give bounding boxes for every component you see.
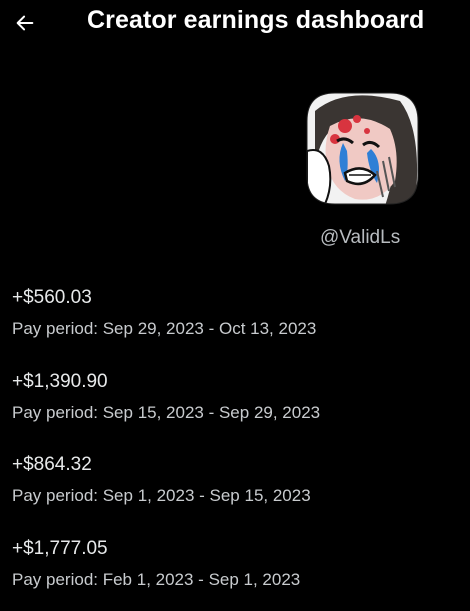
payout-amount: +$864.32 [12,454,92,475]
back-button[interactable] [10,8,40,38]
payout-item: +$1,777.05 Pay period: Feb 1, 2023 - Sep… [12,538,452,590]
avatar[interactable] [305,91,420,206]
payout-period: Pay period: Sep 29, 2023 - Oct 13, 2023 [12,319,317,338]
payout-period: Pay period: Sep 1, 2023 - Sep 15, 2023 [12,486,311,505]
user-handle[interactable]: @ValidLs [320,227,400,249]
page-title: Creator earnings dashboard [87,6,425,34]
payout-amount: +$1,777.05 [12,538,108,559]
header-bar: Creator earnings dashboard [0,0,470,48]
payout-amount: +$560.03 [12,287,92,308]
payout-amount: +$1,390.90 [12,371,108,392]
payout-item: +$1,390.90 Pay period: Sep 15, 2023 - Se… [12,371,452,423]
payout-item: +$560.03 Pay period: Sep 29, 2023 - Oct … [12,287,452,339]
arrow-left-icon [16,15,34,31]
payout-period: Pay period: Sep 15, 2023 - Sep 29, 2023 [12,403,321,422]
payout-period: Pay period: Feb 1, 2023 - Sep 1, 2023 [12,570,301,589]
payout-item: +$864.32 Pay period: Sep 1, 2023 - Sep 1… [12,454,452,506]
